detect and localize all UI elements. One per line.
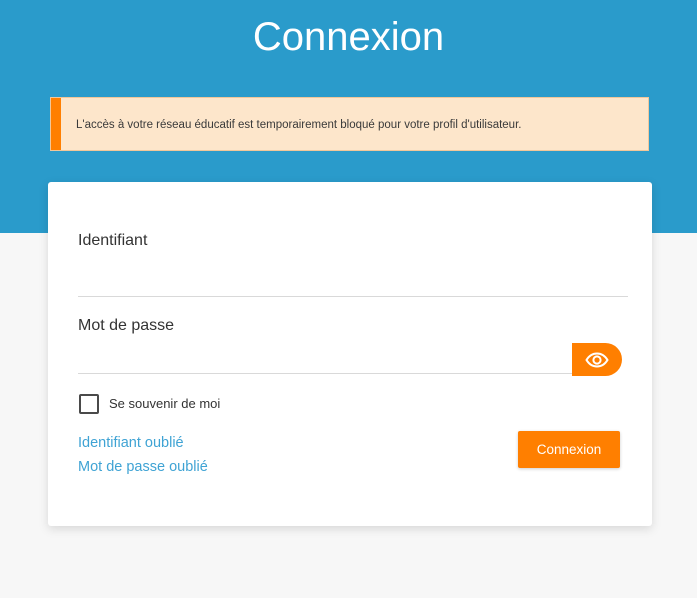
remember-me-label[interactable]: Se souvenir de moi bbox=[109, 396, 220, 411]
eye-icon bbox=[572, 351, 622, 368]
show-password-button[interactable] bbox=[572, 343, 622, 376]
page-title: Connexion bbox=[252, 15, 445, 59]
password-input[interactable] bbox=[78, 343, 572, 374]
alert-message: L'accès à votre réseau éducatif est temp… bbox=[76, 119, 522, 131]
password-label: Mot de passe bbox=[78, 317, 175, 334]
forgot-username-link[interactable]: Identifiant oublié bbox=[78, 435, 184, 451]
remember-me-checkbox[interactable] bbox=[79, 394, 99, 414]
username-label: Identifiant bbox=[78, 232, 148, 249]
forgot-password-link[interactable]: Mot de passe oublié bbox=[78, 459, 208, 475]
alert-accent-bar bbox=[51, 98, 61, 150]
login-card: Identifiant Mot de passe Se souvenir de … bbox=[48, 182, 652, 526]
login-button[interactable]: Connexion bbox=[518, 431, 620, 468]
alert-banner: L'accès à votre réseau éducatif est temp… bbox=[50, 97, 649, 151]
username-input[interactable] bbox=[78, 266, 628, 297]
